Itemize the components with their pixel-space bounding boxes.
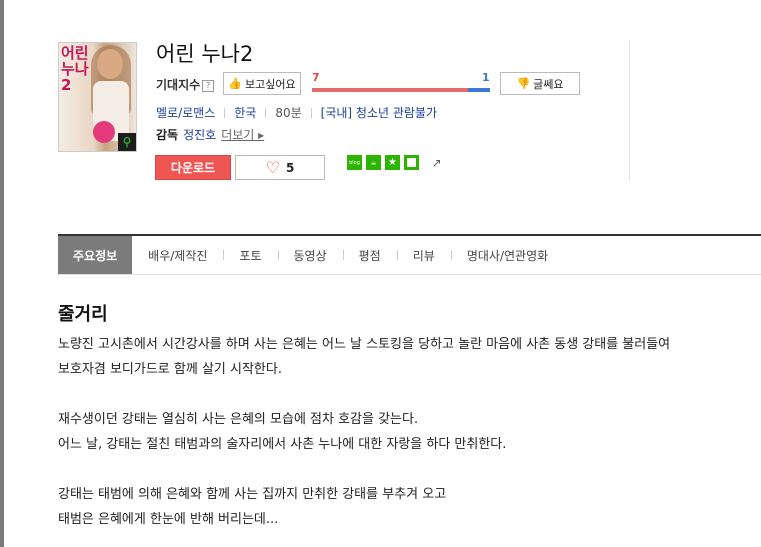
help-icon[interactable]: ?	[202, 80, 215, 92]
tab-rating[interactable]: 평점	[342, 236, 397, 274]
tab-review[interactable]: 리뷰	[396, 236, 451, 274]
cafe-share-icon[interactable]: ☕	[366, 155, 381, 170]
thumbs-up-icon: 👍	[228, 77, 243, 90]
tab-video[interactable]: 동영상	[277, 236, 343, 274]
share-icon[interactable]: ↗	[429, 155, 444, 170]
tab-quotes-related[interactable]: 명대사/연관영화	[450, 236, 564, 274]
blog-share-icon[interactable]: blog	[347, 155, 362, 170]
synopsis-line: 어느 날, 강태는 절친 태범과의 술자리에서 사촌 누나에 대한 자랑을 하다…	[58, 437, 507, 452]
synopsis-line: 태범은 은혜에게 한눈에 반해 버리는데...	[58, 512, 279, 527]
download-button[interactable]: 다운로드	[155, 155, 231, 180]
runtime: 80분	[275, 106, 302, 120]
bookmark-star-icon[interactable]: ★	[385, 155, 400, 170]
tab-photo[interactable]: 포토	[223, 236, 277, 274]
meta-divider	[265, 107, 267, 118]
genre-link[interactable]: 멜로/로맨스	[156, 104, 215, 121]
tab-main-info[interactable]: 주요정보	[58, 236, 133, 274]
synopsis-text: 노량진 고시촌에서 시간강사를 하며 사는 은혜는 어느 날 스토킹을 당하고 …	[58, 332, 748, 532]
share-row: blog ☕ ★ ↗	[347, 155, 444, 170]
rating-link[interactable]: [국내] 청소년 관람불가	[321, 104, 437, 121]
director-row: 감독 정진호 더보기 ▸	[156, 126, 264, 143]
synopsis-line: 재수생이던 강태는 열심히 사는 은혜의 모습에 점차 호감을 갖는다.	[58, 412, 419, 427]
favorite-button[interactable]: ♡ 5	[235, 155, 325, 180]
expectation-bar-like-fill	[312, 88, 468, 92]
movie-meta: 멜로/로맨스 한국 80분 [국내] 청소년 관람불가	[156, 104, 437, 121]
want-to-see-label: 보고싶어요	[245, 77, 296, 91]
expectation-label: 기대지수?	[156, 76, 215, 93]
expectation-bar	[312, 88, 490, 92]
band-share-icon[interactable]	[404, 155, 419, 170]
window-left-border	[0, 0, 4, 547]
poster-title-text: 어린 누나 2	[61, 44, 89, 94]
favorite-count: 5	[285, 160, 295, 175]
director-label: 감독	[156, 128, 179, 142]
want-to-see-button[interactable]: 👍 보고싶어요	[223, 72, 301, 95]
movie-tabs: 주요정보 배우/제작진 포토 동영상 평점 리뷰 명대사/연관영화	[58, 234, 761, 275]
header-divider	[629, 40, 630, 180]
synopsis-line	[58, 457, 748, 482]
synopsis-line: 강태는 태범에 의해 은혜와 함께 사는 집까지 만취한 강태를 부추겨 오고	[58, 487, 447, 502]
dislike-count: 1	[482, 71, 490, 84]
movie-poster[interactable]: 어린 누나 2 ⚲	[58, 42, 137, 152]
thumbs-down-icon: 👎	[516, 77, 531, 90]
poster-badge	[93, 121, 115, 143]
synopsis-line: 노량진 고시촌에서 시간강사를 하며 사는 은혜는 어느 날 스토킹을 당하고 …	[58, 337, 671, 352]
like-count: 7	[312, 71, 320, 84]
heart-icon: ♡	[265, 157, 280, 177]
not-sure-label: 글쎄요	[533, 77, 564, 91]
movie-title: 어린 누나2	[156, 42, 254, 66]
country-link[interactable]: 한국	[234, 104, 256, 121]
director-name-link[interactable]: 정진호	[183, 126, 216, 143]
tab-cast-crew[interactable]: 배우/제작진	[132, 236, 223, 274]
zoom-icon[interactable]: ⚲	[118, 133, 136, 151]
meta-divider	[310, 107, 312, 118]
director-more-link[interactable]: 더보기 ▸	[221, 126, 264, 143]
meta-divider	[224, 107, 226, 118]
synopsis-title: 줄거리	[58, 304, 108, 325]
synopsis-line: 보호자겸 보디가드로 함께 살기 시작한다.	[58, 362, 282, 377]
not-sure-button[interactable]: 👎 글쎄요	[500, 72, 580, 95]
poster-face	[97, 49, 123, 79]
synopsis-line	[58, 382, 748, 407]
